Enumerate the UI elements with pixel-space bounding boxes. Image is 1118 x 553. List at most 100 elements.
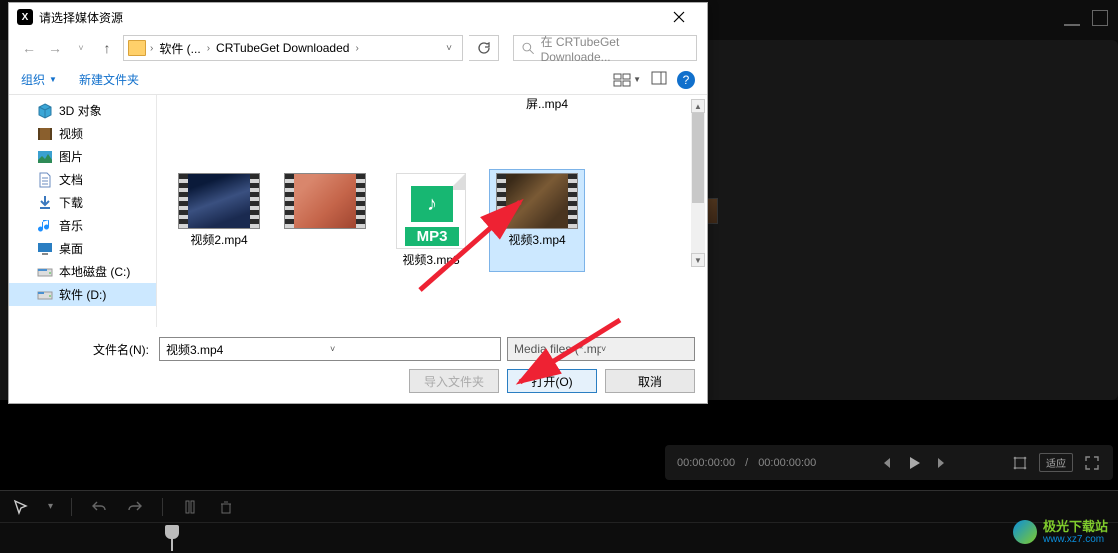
film-icon [37, 126, 53, 142]
preview-pane-button[interactable] [651, 71, 667, 88]
sidebar-item-images[interactable]: 图片 [9, 145, 156, 168]
next-frame-icon[interactable] [933, 454, 951, 472]
file-area[interactable]: 屏..mp4 视频2.mp4 ♪ MP3 [157, 95, 707, 327]
delete-icon[interactable] [217, 498, 235, 516]
sidebar-item-drive-c[interactable]: 本地磁盘 (C:) [9, 260, 156, 283]
breadcrumb-item2[interactable]: CRTubeGet Downloaded [214, 41, 351, 55]
image-icon [37, 149, 53, 165]
drive-icon [37, 264, 53, 280]
import-folder-button[interactable]: 导入文件夹 [409, 369, 499, 393]
watermark-logo-icon [1013, 520, 1037, 544]
scrollbar[interactable]: ▲ ▼ [691, 99, 705, 267]
watermark: 极光下载站 www.xz7.com [1013, 520, 1108, 545]
sidebar-item-desktop[interactable]: 桌面 [9, 237, 156, 260]
undo-icon[interactable] [90, 498, 108, 516]
crop-icon[interactable] [1011, 454, 1029, 472]
selection-tool-icon[interactable] [12, 498, 30, 516]
refresh-button[interactable] [469, 35, 499, 61]
filetype-select[interactable]: Media files (*.mpg;*.f4v;*.mo ˅ [507, 337, 695, 361]
doc-icon [37, 172, 53, 188]
time-separator: / [745, 457, 748, 469]
breadcrumb-dropdown-icon[interactable]: ˅ [446, 43, 452, 54]
time-current: 00:00:00:00 [677, 457, 735, 469]
nav-back-icon[interactable]: ← [19, 38, 39, 58]
organize-menu[interactable]: 组织 ▼ [21, 71, 57, 88]
scroll-thumb[interactable] [692, 113, 704, 203]
close-button[interactable] [659, 3, 699, 31]
file-item[interactable] [277, 169, 373, 272]
video-thumb-icon [284, 173, 366, 229]
scroll-up-icon[interactable]: ▲ [691, 99, 705, 113]
sidebar-label: 桌面 [59, 240, 83, 257]
filename-input[interactable]: 视频3.mp4 ˅ [159, 337, 501, 361]
maximize-icon[interactable] [1092, 10, 1108, 26]
file-name: 视频2.mp4 [190, 231, 247, 248]
new-folder-button[interactable]: 新建文件夹 [79, 71, 139, 88]
sidebar-label: 音乐 [59, 217, 83, 234]
sidebar-label: 图片 [59, 148, 83, 165]
dialog-title: 请选择媒体资源 [39, 9, 123, 26]
file-item[interactable]: ♪ MP3 视频3.mp3 [383, 169, 479, 272]
search-placeholder: 在 CRTubeGet Downloade... [541, 33, 688, 64]
help-button[interactable]: ? [677, 71, 695, 89]
sidebar-item-documents[interactable]: 文档 [9, 168, 156, 191]
desktop-icon [37, 241, 53, 257]
search-input[interactable]: 在 CRTubeGet Downloade... [513, 35, 697, 61]
chevron-down-icon[interactable]: ˅ [330, 344, 494, 354]
playhead[interactable] [165, 525, 179, 539]
sidebar-label: 下载 [59, 194, 83, 211]
search-icon [522, 42, 535, 55]
nav-forward-icon[interactable]: → [45, 38, 65, 58]
folder-icon [128, 40, 146, 56]
breadcrumb-chevron[interactable]: › [150, 43, 153, 54]
file-item-selected[interactable]: 视频3.mp4 [489, 169, 585, 272]
drive-icon [37, 287, 53, 303]
redo-icon[interactable] [126, 498, 144, 516]
selection-tool-chevron[interactable]: ▾ [48, 501, 53, 512]
timeline: ▾ [0, 490, 1118, 553]
play-icon[interactable] [905, 454, 923, 472]
nav-recent-icon[interactable]: ˅ [71, 38, 91, 58]
app-icon: X [17, 9, 33, 25]
file-item-truncated[interactable]: 屏..mp4 [497, 95, 597, 112]
cancel-button[interactable]: 取消 [605, 369, 695, 393]
fullscreen-icon[interactable] [1083, 454, 1101, 472]
sidebar-label: 视频 [59, 125, 83, 142]
chevron-down-icon[interactable]: ˅ [601, 344, 688, 354]
video-controls: 00:00:00:00 / 00:00:00:00 适应 [665, 445, 1113, 480]
watermark-line2: www.xz7.com [1043, 534, 1108, 545]
sidebar-item-drive-d[interactable]: 软件 (D:) [9, 283, 156, 306]
sidebar-item-video[interactable]: 视频 [9, 122, 156, 145]
nav-up-icon[interactable]: ↑ [97, 38, 117, 58]
dialog-footer: 文件名(N): 视频3.mp4 ˅ Media files (*.mpg;*.f… [9, 327, 707, 403]
sidebar-label: 文档 [59, 171, 83, 188]
sidebar-item-3d[interactable]: 3D 对象 [9, 99, 156, 122]
scroll-down-icon[interactable]: ▼ [691, 253, 705, 267]
sidebar-label: 3D 对象 [59, 102, 102, 119]
preview-panel [665, 40, 1118, 400]
prev-frame-icon[interactable] [877, 454, 895, 472]
dialog-titlebar: X 请选择媒体资源 [9, 3, 707, 31]
sidebar-item-music[interactable]: 音乐 [9, 214, 156, 237]
breadcrumb-chevron[interactable]: › [207, 43, 210, 54]
sidebar: 3D 对象 视频 图片 文档 下载 音乐 [9, 95, 157, 327]
minimize-icon[interactable] [1064, 10, 1080, 26]
video-thumb-icon [496, 173, 578, 229]
dialog-toolbar: 组织 ▼ 新建文件夹 ▼ ? [9, 65, 707, 95]
timeline-track[interactable] [0, 523, 1118, 553]
sidebar-item-downloads[interactable]: 下载 [9, 191, 156, 214]
breadcrumb-item1[interactable]: 软件 (... [157, 40, 202, 57]
watermark-line1: 极光下载站 [1043, 520, 1108, 534]
filename-label: 文件名(N): [21, 341, 153, 358]
split-icon[interactable] [181, 498, 199, 516]
breadcrumb[interactable]: › 软件 (... › CRTubeGet Downloaded › ˅ [123, 35, 463, 61]
music-icon [37, 218, 53, 234]
download-icon [37, 195, 53, 211]
file-name: 视频3.mp4 [508, 231, 565, 248]
open-button[interactable]: 打开(O) [507, 369, 597, 393]
breadcrumb-chevron[interactable]: › [355, 43, 358, 54]
dialog-nav: ← → ˅ ↑ › 软件 (... › CRTubeGet Downloaded… [9, 31, 707, 65]
view-mode-button[interactable]: ▼ [613, 72, 641, 88]
file-item[interactable]: 视频2.mp4 [171, 169, 267, 272]
ratio-selector[interactable]: 适应 [1039, 453, 1073, 472]
